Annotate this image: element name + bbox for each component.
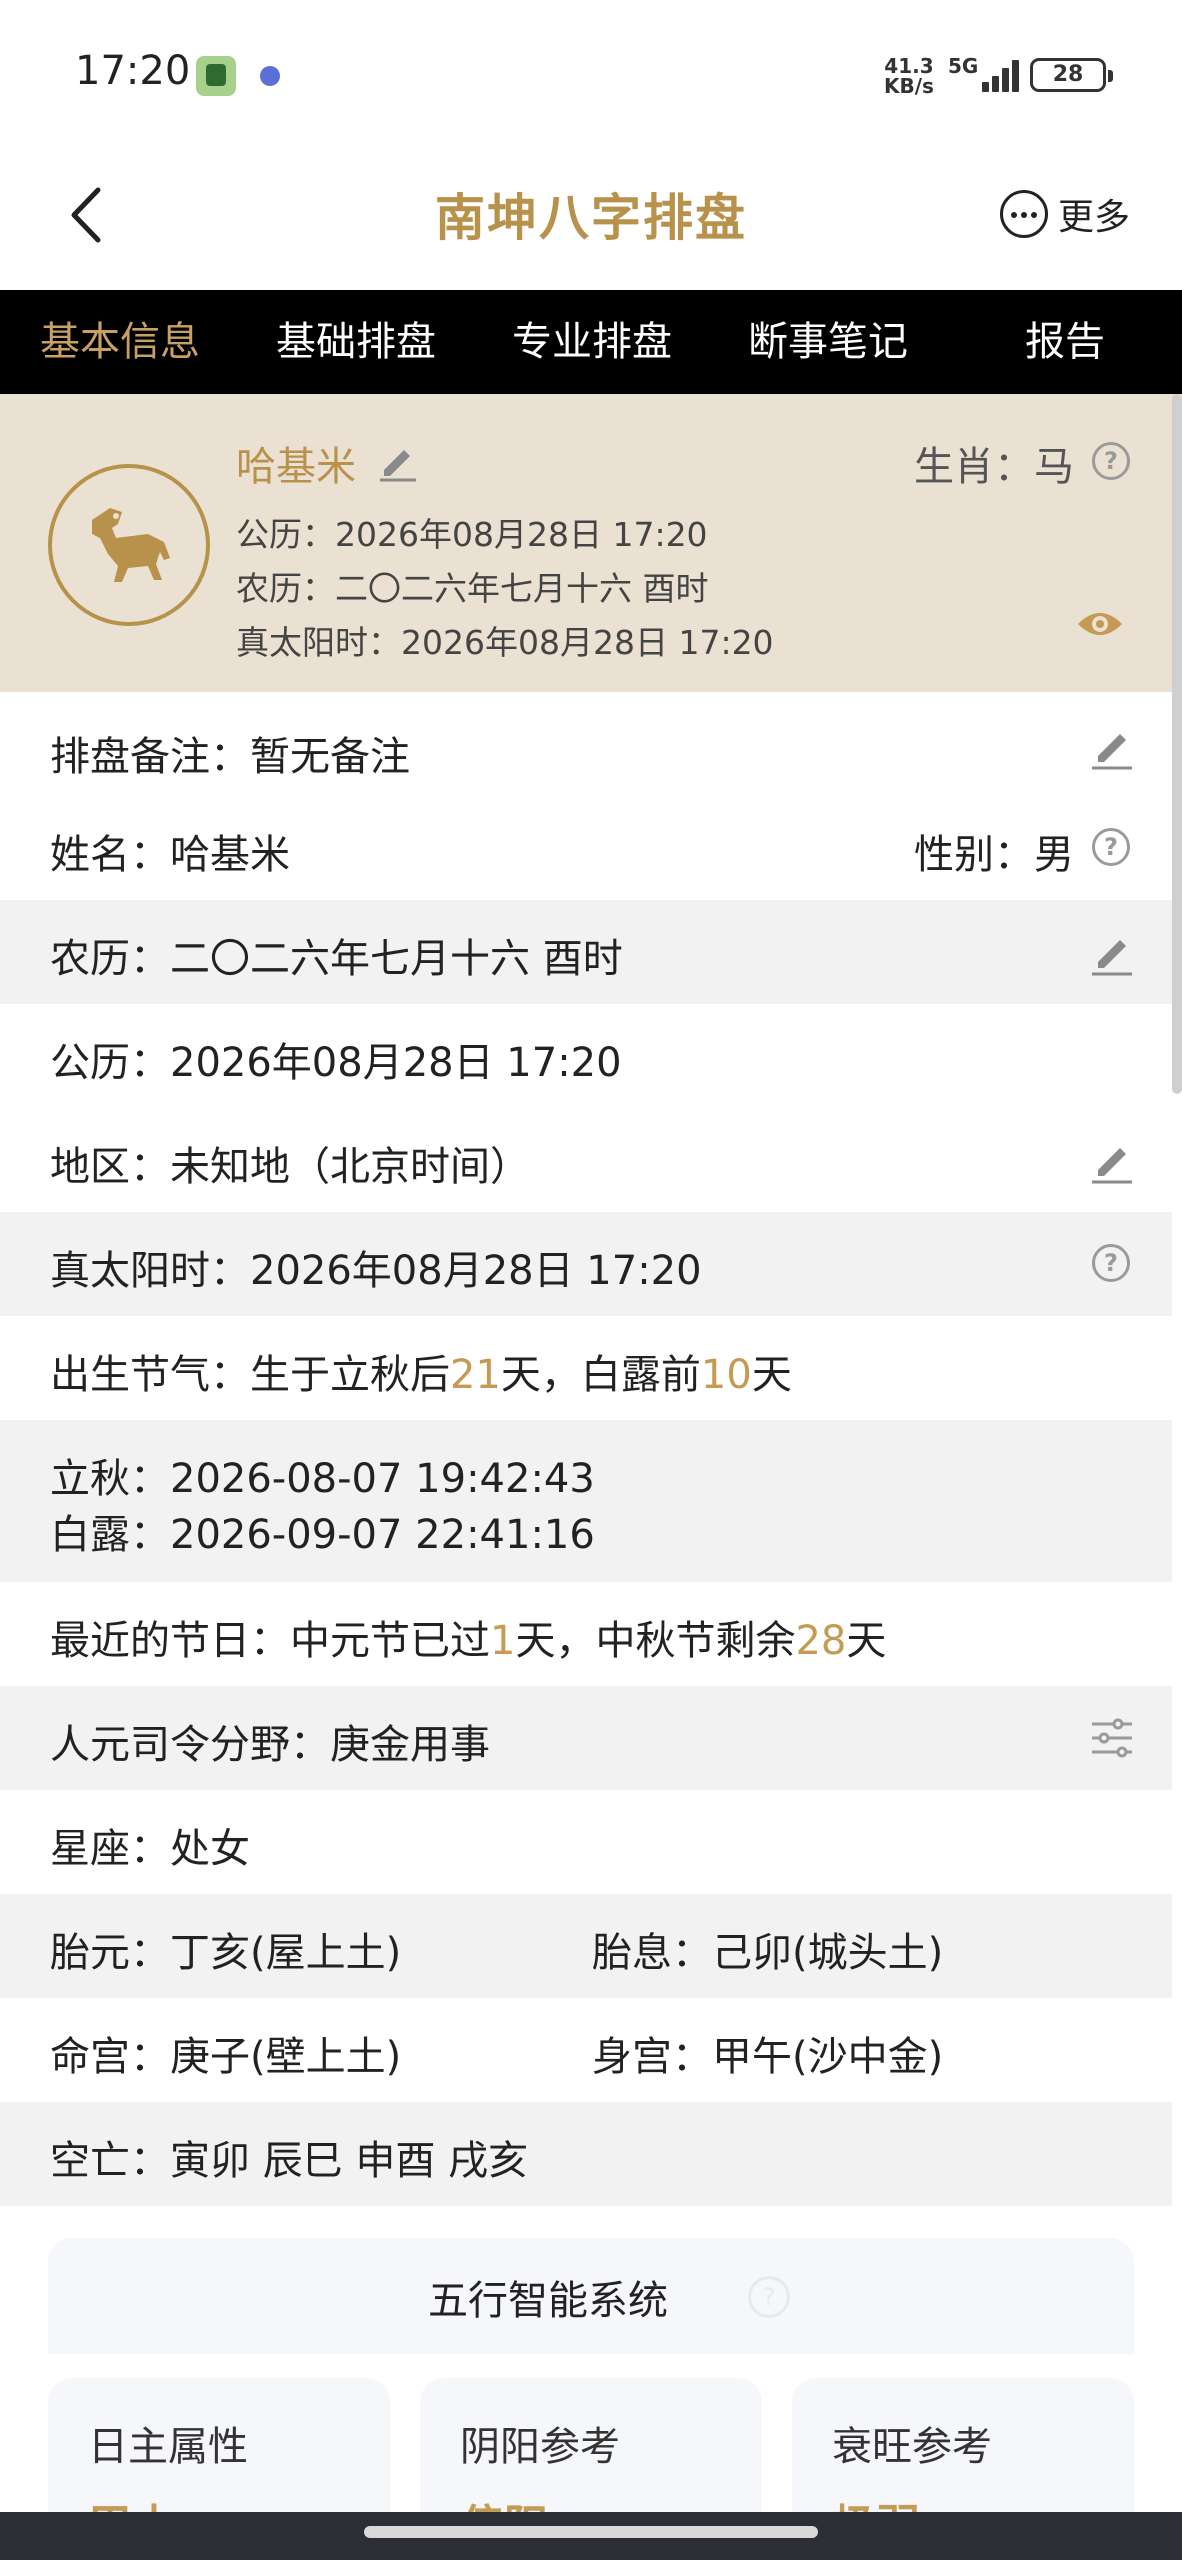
solar-text: 公历：2026年08月28日 17:20	[50, 1040, 622, 1086]
scrollbar[interactable]	[1172, 394, 1182, 1094]
system-nav-bar	[0, 2512, 1182, 2560]
more-label: 更多	[1058, 197, 1131, 238]
festival-suffix: 天	[846, 1618, 887, 1664]
true-solar-help-icon[interactable]: ?	[1092, 1244, 1130, 1282]
card-title: 日主属性	[88, 2424, 248, 2470]
eye-icon[interactable]	[1076, 606, 1124, 642]
minggong-row: 命宫：庚子(壁上土) 身宫：甲午(沙中金)	[0, 1998, 1172, 2102]
name-row: 姓名：哈基米 性别：男 ?	[0, 796, 1172, 900]
profile-card: 哈基米 生肖：马 ? 公历：2026年08月28日 17:20 农历：二〇二六年…	[0, 394, 1182, 692]
kongwang-text: 空亡：寅卯 辰巳 申酉 戌亥	[50, 2138, 529, 2184]
true-solar-text: 真太阳时：2026年08月28日 17:20	[50, 1248, 702, 1294]
card-title: 阴阳参考	[460, 2424, 620, 2470]
wuxing-section: 五行智能系统 ?	[48, 2238, 1134, 2354]
wuxing-help-icon[interactable]: ?	[748, 2276, 790, 2318]
bailu-text: 白露：2026-09-07 22:41:16	[50, 1512, 595, 1558]
jieqi-row: 出生节气：生于立秋后21天，白露前10天	[0, 1316, 1172, 1420]
app-notification-icon	[196, 56, 236, 96]
jieqi-prefix: 出生节气：生于立秋后	[50, 1352, 450, 1398]
tab-basic-info[interactable]: 基本信息	[20, 290, 220, 394]
app-notification-dot-icon	[260, 66, 280, 86]
zodiac-help-icon[interactable]: ?	[1092, 442, 1130, 480]
kongwang-row: 空亡：寅卯 辰巳 申酉 戌亥	[0, 2102, 1172, 2206]
constellation-row: 星座：处女	[0, 1790, 1172, 1894]
note-text: 排盘备注：暂无备注	[50, 734, 410, 780]
status-time: 17:20	[75, 48, 191, 94]
lunar-text: 农历：二〇二六年七月十六 酉时	[50, 936, 623, 982]
jieqi-suffix: 天	[751, 1352, 792, 1398]
wuxing-title: 五行智能系统	[428, 2278, 668, 2324]
renyuan-row: 人元司令分野：庚金用事	[0, 1686, 1172, 1790]
net-speed-value: 41.3	[884, 54, 934, 78]
festival-row: 最近的节日：中元节已过1天，中秋节剩余28天	[0, 1582, 1172, 1686]
tab-notes[interactable]: 断事笔记	[728, 290, 928, 394]
horse-zodiac-icon	[48, 464, 210, 626]
solar-row: 公历：2026年08月28日 17:20	[0, 1004, 1172, 1108]
card-title: 衰旺参考	[832, 2424, 992, 2470]
edit-region-icon[interactable]	[1088, 1136, 1136, 1184]
edit-lunar-icon[interactable]	[1088, 928, 1136, 976]
profile-name: 哈基米	[236, 444, 356, 490]
settings-sliders-icon[interactable]	[1088, 1714, 1136, 1762]
signal-icon	[970, 58, 1019, 92]
more-dots-icon	[1000, 190, 1048, 238]
jieqi-mid: 天，白露前	[500, 1352, 701, 1398]
edit-name-icon[interactable]	[376, 438, 420, 482]
net-speed-unit: KB/s	[884, 74, 934, 98]
festival-passed: 1	[490, 1618, 516, 1664]
gender-help-icon[interactable]: ?	[1092, 828, 1130, 866]
liqiu-text: 立秋：2026-08-07 19:42:43	[50, 1456, 595, 1502]
renyuan-text: 人元司令分野：庚金用事	[50, 1722, 490, 1768]
constellation-text: 星座：处女	[50, 1826, 250, 1872]
edit-note-icon[interactable]	[1088, 722, 1136, 770]
profile-true-solar-time: 真太阳时：2026年08月28日 17:20	[236, 623, 774, 662]
festival-mid: 天，中秋节剩余	[515, 1618, 796, 1664]
home-indicator[interactable]	[364, 2526, 818, 2538]
true-solar-row: 真太阳时：2026年08月28日 17:20 ?	[0, 1212, 1172, 1316]
tab-report[interactable]: 报告	[1000, 290, 1130, 394]
jieqi-text: 出生节气：生于立秋后21天，白露前10天	[50, 1342, 792, 1400]
festival-remaining: 28	[795, 1618, 847, 1664]
app-header: 南坤八字排盘 更多	[0, 140, 1182, 290]
festival-text: 最近的节日：中元节已过1天，中秋节剩余28天	[50, 1608, 886, 1666]
gender-text: 性别：男	[914, 832, 1074, 878]
zodiac-label: 生肖：马	[914, 444, 1074, 490]
tab-bar: 基本信息 基础排盘 专业排盘 断事笔记 报告	[0, 290, 1182, 394]
profile-lunar-date: 农历：二〇二六年七月十六 酉时	[236, 569, 709, 608]
lunar-row: 农历：二〇二六年七月十六 酉时	[0, 900, 1172, 1004]
name-text: 姓名：哈基米	[50, 832, 290, 878]
solar-terms-row: 立秋：2026-08-07 19:42:43 白露：2026-09-07 22:…	[0, 1420, 1172, 1582]
jieqi-days-before: 10	[700, 1352, 752, 1398]
more-button[interactable]: 更多	[1000, 184, 1130, 244]
jieqi-days-after: 21	[450, 1352, 501, 1398]
taiyuan-row: 胎元：丁亥(屋上土) 胎息：己卯(城头土)	[0, 1894, 1172, 1998]
shengong-text: 身宫：甲午(沙中金)	[592, 2034, 944, 2080]
note-row: 排盘备注：暂无备注	[0, 692, 1172, 796]
taiyuan-text: 胎元：丁亥(屋上土)	[50, 1930, 402, 1976]
region-row: 地区：未知地（北京时间）	[0, 1108, 1172, 1212]
minggong-text: 命宫：庚子(壁上土)	[50, 2034, 402, 2080]
taixi-text: 胎息：己卯(城头土)	[592, 1930, 944, 1976]
profile-solar-date: 公历：2026年08月28日 17:20	[236, 515, 708, 554]
status-bar: 17:20 41.3 KB/s 5G 28	[0, 0, 1182, 140]
battery-icon: 28	[1030, 58, 1113, 92]
tab-pro-chart[interactable]: 专业排盘	[492, 290, 692, 394]
tab-basic-chart[interactable]: 基础排盘	[256, 290, 456, 394]
region-text: 地区：未知地（北京时间）	[50, 1144, 530, 1190]
net-speed: 41.3 KB/s	[884, 56, 934, 96]
festival-prefix: 最近的节日：中元节已过	[50, 1618, 490, 1664]
